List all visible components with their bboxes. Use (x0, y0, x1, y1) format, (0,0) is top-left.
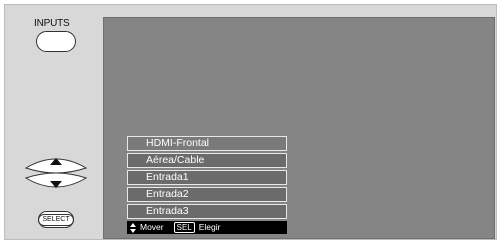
inputs-button[interactable] (36, 31, 76, 52)
menu-help-bar: Mover SEL Elegir (127, 221, 287, 234)
inputs-label: INPUTS (34, 18, 70, 29)
up-down-buttons (25, 152, 87, 194)
up-button[interactable] (25, 158, 87, 174)
down-button[interactable] (25, 172, 87, 188)
menu-item-entrada1[interactable]: Entrada1 (127, 170, 287, 185)
menu-item-entrada3[interactable]: Entrada3 (127, 204, 287, 219)
up-down-arrow-icon (130, 222, 136, 233)
sel-key-badge: SEL (173, 222, 195, 233)
move-label: Mover (140, 222, 164, 232)
choose-label: Elegir (198, 222, 221, 232)
menu-item-hdmi-frontal[interactable]: HDMI-Frontal (127, 136, 287, 151)
select-label: SELECT (38, 213, 74, 226)
instruction-panel: INPUTS SELECT HDMI-Frontal Aérea/Cable E… (4, 4, 497, 240)
menu-item-aerea-cable[interactable]: Aérea/Cable (127, 153, 287, 168)
menu-item-entrada2[interactable]: Entrada2 (127, 187, 287, 202)
input-menu: HDMI-Frontal Aérea/Cable Entrada1 Entrad… (127, 136, 287, 234)
select-button[interactable]: SELECT (38, 211, 74, 228)
